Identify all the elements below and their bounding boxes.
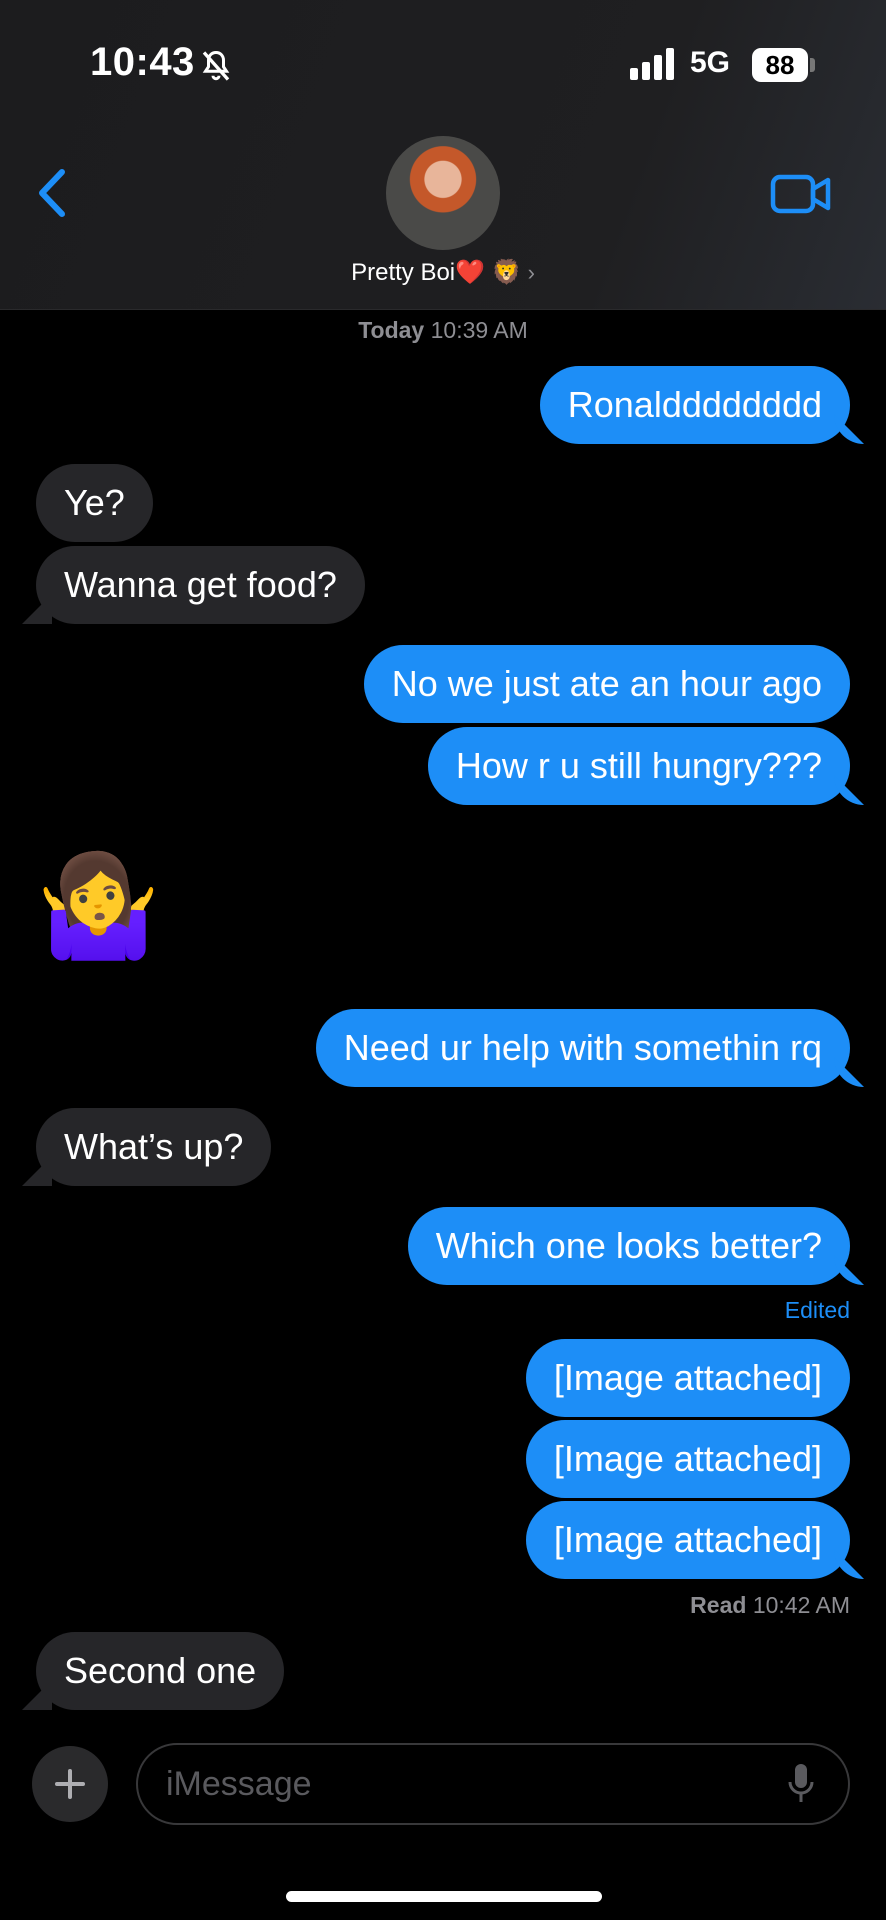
- home-indicator[interactable]: [286, 1891, 602, 1902]
- chevron-right-icon: ›: [527, 260, 535, 285]
- battery-cap: [810, 58, 815, 72]
- read-time: 10:42 AM: [752, 1592, 850, 1618]
- conversation-header: 10:43 5G 88 Pretty Boi❤️ 🦁 ›: [0, 0, 886, 310]
- message-bubble-sent[interactable]: Ronaldddddddd: [539, 366, 850, 444]
- message-bubble-sent[interactable]: How r u still hungry???: [427, 727, 850, 805]
- plus-icon: [55, 1769, 85, 1799]
- message-bubble-received[interactable]: Second one: [36, 1632, 285, 1710]
- emoji-message[interactable]: 🤷‍♀️: [36, 856, 161, 956]
- message-bubble-sent[interactable]: No we just ate an hour ago: [363, 645, 850, 723]
- read-receipt: Read 10:42 AM: [690, 1592, 850, 1619]
- image-attachment-bubble[interactable]: [Image attached]: [525, 1339, 850, 1417]
- imessage-input[interactable]: [136, 1743, 850, 1825]
- facetime-video-icon[interactable]: [770, 172, 832, 216]
- contact-name[interactable]: Pretty Boi❤️ 🦁 ›: [0, 258, 886, 287]
- timestamp-time: 10:39 AM: [430, 317, 528, 343]
- message-bubble-received[interactable]: Ye?: [36, 464, 153, 542]
- timestamp-day: Today: [358, 317, 425, 343]
- cellular-signal-icon: [630, 48, 674, 80]
- contact-avatar[interactable]: [386, 136, 500, 250]
- battery-indicator: 88: [752, 48, 808, 82]
- conversation-timestamp: Today 10:39 AM: [0, 317, 886, 344]
- read-label: Read: [690, 1592, 747, 1618]
- microphone-icon[interactable]: [786, 1762, 816, 1806]
- message-bubble-received[interactable]: What’s up?: [36, 1108, 272, 1186]
- image-attachment-bubble[interactable]: [Image attached]: [525, 1420, 850, 1498]
- message-bubble-sent[interactable]: Which one looks better?: [407, 1207, 850, 1285]
- image-attachment-bubble[interactable]: [Image attached]: [525, 1501, 850, 1579]
- network-label: 5G: [690, 46, 731, 79]
- edited-label[interactable]: Edited: [785, 1297, 850, 1324]
- apps-plus-button[interactable]: [32, 1746, 108, 1822]
- contact-name-text: Pretty Boi❤️ 🦁: [351, 259, 522, 286]
- bell-muted-icon: [202, 50, 230, 81]
- back-chevron-icon[interactable]: [34, 166, 70, 220]
- message-bubble-sent[interactable]: Need ur help with somethin rq: [315, 1009, 850, 1087]
- status-time: 10:43: [90, 40, 195, 84]
- message-bubble-received[interactable]: Wanna get food?: [36, 546, 365, 624]
